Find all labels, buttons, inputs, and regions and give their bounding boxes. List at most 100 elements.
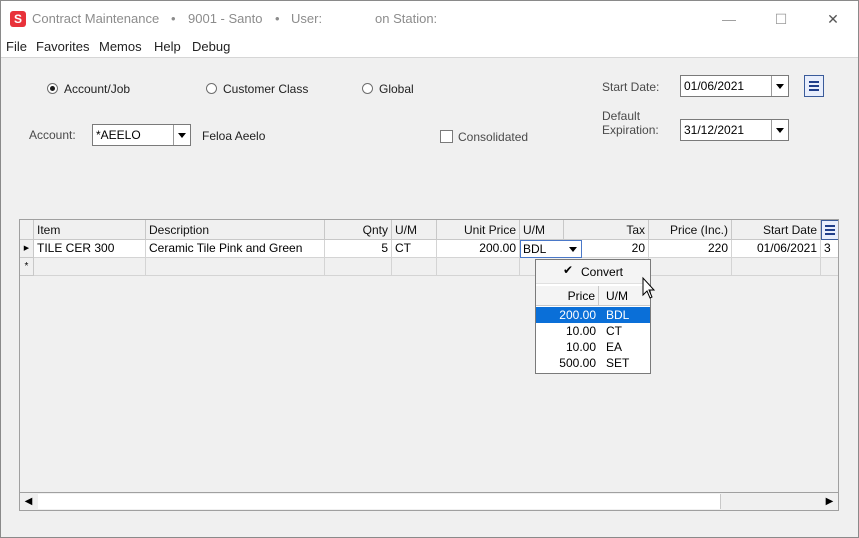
um-option-ea[interactable]: 10.00 EA xyxy=(536,339,650,355)
col-unit-price[interactable]: Unit Price xyxy=(437,220,520,240)
table-row[interactable]: ▶ TILE CER 300 Ceramic Tile Pink and Gre… xyxy=(20,240,838,258)
option-price: 10.00 xyxy=(565,324,596,338)
contract-maintenance-window: S Contract Maintenance • 9001 - Santo • … xyxy=(0,0,859,538)
title-separator: • xyxy=(275,11,280,26)
cell-overflow[interactable]: 3 xyxy=(821,240,838,258)
option-price: 200.00 xyxy=(559,308,596,322)
menu-bar: File Favorites Memos Help Debug xyxy=(1,37,858,58)
grid-header: Item Description Qnty U/M Unit Price U/M… xyxy=(20,220,838,240)
company-label: 9001 - Santo xyxy=(188,11,263,26)
new-cell[interactable] xyxy=(34,258,146,276)
expiration-date-picker[interactable]: 31/12/2021 xyxy=(680,119,789,141)
radio-global[interactable] xyxy=(362,83,373,94)
radio-account-job[interactable] xyxy=(47,83,58,94)
title-bar: S Contract Maintenance • 9001 - Santo • … xyxy=(1,1,858,37)
cell-start-date[interactable]: 01/06/2021 xyxy=(732,240,821,258)
chevron-down-icon[interactable] xyxy=(771,76,788,96)
user-label: User: xyxy=(291,11,323,26)
menu-favorites[interactable]: Favorites xyxy=(36,39,89,54)
app-logo-icon: S xyxy=(10,11,26,27)
cell-unit-price[interactable]: 200.00 xyxy=(437,240,520,258)
new-row[interactable]: * xyxy=(20,258,838,276)
option-um: BDL xyxy=(606,308,630,322)
radio-customer-class[interactable] xyxy=(206,83,217,94)
start-date-label: Start Date: xyxy=(602,80,660,94)
um-option-ct[interactable]: 10.00 CT xyxy=(536,323,650,339)
menu-file[interactable]: File xyxy=(6,39,27,54)
window-title: Contract Maintenance xyxy=(32,11,160,26)
scrollbar-thumb[interactable] xyxy=(38,494,721,509)
new-cell[interactable] xyxy=(732,258,821,276)
radio-customer-class-label: Customer Class xyxy=(223,82,309,96)
new-cell[interactable] xyxy=(649,258,732,276)
um-dropdown-popup[interactable]: ✔ Convert Price U/M 200.00 BDL 10.00 CT … xyxy=(535,259,651,374)
um-option-set[interactable]: 500.00 SET xyxy=(536,355,650,371)
header-price: Price xyxy=(536,286,599,306)
consolidated-label: Consolidated xyxy=(458,130,529,144)
new-cell[interactable] xyxy=(146,258,325,276)
new-cell[interactable] xyxy=(821,258,838,276)
chevron-down-icon[interactable] xyxy=(173,125,190,145)
um-option-bdl[interactable]: 200.00 BDL xyxy=(536,307,650,323)
expiration-date-value: 31/12/2021 xyxy=(684,123,745,137)
new-row-marker: * xyxy=(20,258,34,276)
col-qnty[interactable]: Qnty xyxy=(325,220,392,240)
row-current-marker: ▶ xyxy=(20,240,34,258)
menu-debug[interactable]: Debug xyxy=(192,39,230,54)
radio-global-label: Global xyxy=(379,82,414,96)
title-separator: • xyxy=(171,11,176,26)
option-price: 10.00 xyxy=(565,340,596,354)
cell-price-um-combo[interactable]: BDL xyxy=(520,240,582,258)
option-price: 500.00 xyxy=(559,356,596,370)
chevron-down-icon[interactable] xyxy=(569,247,577,252)
new-cell[interactable] xyxy=(325,258,392,276)
col-um[interactable]: U/M xyxy=(392,220,437,240)
header-um: U/M xyxy=(606,289,628,303)
cell-description[interactable]: Ceramic Tile Pink and Green xyxy=(146,240,325,258)
col-price-um[interactable]: U/M xyxy=(520,220,564,240)
um-dropdown-header: Price U/M xyxy=(536,286,650,306)
col-price-inc[interactable]: Price (Inc.) xyxy=(649,220,732,240)
maximize-button[interactable]: ☐ xyxy=(766,7,796,31)
account-name: Feloa Aeelo xyxy=(202,129,266,143)
cell-tax[interactable]: 20 xyxy=(582,240,649,258)
cell-um[interactable]: CT xyxy=(392,240,437,258)
convert-label: Convert xyxy=(581,265,624,279)
cell-price-inc[interactable]: 220 xyxy=(649,240,732,258)
menu-memos[interactable]: Memos xyxy=(99,39,142,54)
option-um: CT xyxy=(606,324,622,338)
expiration-label-line1: Default xyxy=(602,109,641,123)
scroll-right-icon[interactable]: ▶ xyxy=(821,493,838,510)
station-label: on Station: xyxy=(375,11,438,26)
scroll-left-icon[interactable]: ◀ xyxy=(20,493,37,510)
close-button[interactable]: ✕ xyxy=(818,7,848,31)
new-cell[interactable] xyxy=(392,258,437,276)
contract-lines-grid[interactable]: Item Description Qnty U/M Unit Price U/M… xyxy=(19,219,839,494)
menu-help[interactable]: Help xyxy=(154,39,181,54)
options-menu-button[interactable] xyxy=(804,75,824,97)
account-value: *AEELO xyxy=(96,128,141,142)
consolidated-checkbox[interactable] xyxy=(440,130,453,143)
option-um: SET xyxy=(606,356,630,370)
grid-columns-menu-button[interactable] xyxy=(821,220,838,240)
minimize-button[interactable]: — xyxy=(714,7,744,31)
option-um: EA xyxy=(606,340,623,354)
start-date-value: 01/06/2021 xyxy=(684,79,745,93)
expiration-label-line2: Expiration: xyxy=(602,123,659,137)
chevron-down-icon[interactable] xyxy=(771,120,788,140)
account-label: Account: xyxy=(29,128,76,142)
grid-corner xyxy=(20,220,34,240)
horizontal-scrollbar[interactable]: ◀ ▶ xyxy=(19,492,839,511)
col-item[interactable]: Item xyxy=(34,220,146,240)
mouse-cursor-icon xyxy=(642,276,656,299)
col-description[interactable]: Description xyxy=(146,220,325,240)
start-date-picker[interactable]: 01/06/2021 xyxy=(680,75,789,97)
check-icon[interactable]: ✔ xyxy=(563,263,573,277)
convert-row[interactable]: ✔ Convert xyxy=(536,260,650,284)
new-cell[interactable] xyxy=(437,258,520,276)
cell-qnty[interactable]: 5 xyxy=(325,240,392,258)
cell-item[interactable]: TILE CER 300 xyxy=(34,240,146,258)
account-combo[interactable]: *AEELO xyxy=(92,124,191,146)
col-start-date[interactable]: Start Date xyxy=(732,220,821,240)
col-tax[interactable]: Tax xyxy=(564,220,649,240)
